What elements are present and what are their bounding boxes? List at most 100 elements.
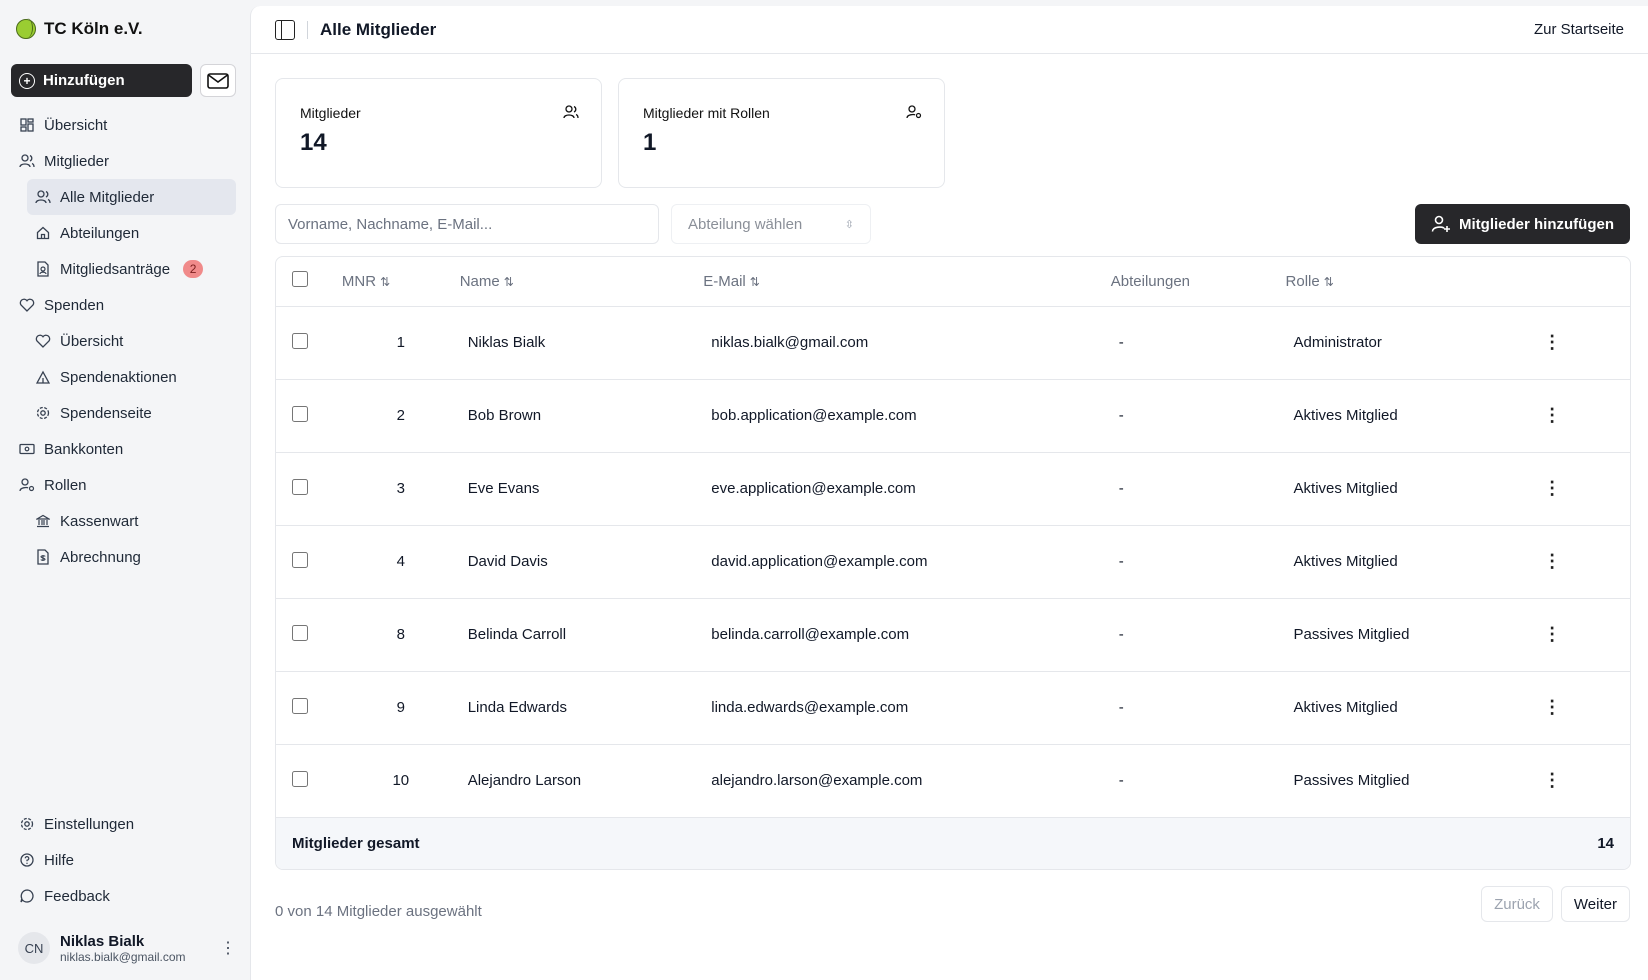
cell-name: Eve Evans [467,480,540,497]
sidebar-toggle-icon[interactable] [275,19,295,40]
row-checkbox[interactable] [292,332,308,349]
sidebar-item-mitgliedsantraege[interactable]: Mitgliedsanträge 2 [27,251,236,287]
sidebar-item-mitglieder[interactable]: Mitglieder [11,143,236,179]
sidebar-item-hilfe[interactable]: Hilfe [11,842,236,878]
search-input[interactable] [275,204,659,244]
heart-icon [35,333,51,349]
next-page-button[interactable]: Weiter [1560,886,1630,922]
table-row[interactable]: 4 David Davis david.application@example.… [276,525,1630,598]
sort-icon[interactable]: ⇅ [750,275,760,289]
help-circle-icon [19,852,35,868]
row-actions-icon[interactable]: ⋮ [1543,770,1561,790]
row-actions-icon[interactable]: ⋮ [1543,405,1561,425]
page-title: Alle Mitglieder [320,19,437,39]
sidebar-item-kassenwart[interactable]: Kassenwart [27,503,236,539]
table-row[interactable]: 10 Alejandro Larson alejandro.larson@exa… [276,744,1630,817]
row-actions-icon[interactable]: ⋮ [1543,551,1561,571]
table-row[interactable]: 3 Eve Evans eve.application@example.com … [276,452,1630,525]
cell-role: Passives Mitglied [1293,772,1410,789]
brand[interactable]: TC Köln e.V. [11,0,236,58]
sidebar-item-spendenaktionen[interactable]: Spendenaktionen [27,359,236,395]
stats-cards: Mitglieder 14 Mitglieder mit Rollen 1 [275,78,945,188]
home-link[interactable]: Zur Startseite [1534,21,1624,38]
add-members-button[interactable]: Mitglieder hinzufügen [1415,204,1630,244]
members-table: MNR ⇅ Name ⇅ E-Mail ⇅ Abteilungen Rolle ⇅ 1 … [275,256,1631,870]
tent-icon [35,369,51,385]
column-header-mnr[interactable]: MNR [342,273,376,290]
column-header-name[interactable]: Name [460,273,500,290]
sidebar-item-rollen[interactable]: Rollen [11,467,236,503]
sidebar-item-feedback[interactable]: Feedback [11,878,236,914]
banknote-icon [19,441,35,457]
cell-departments: - [1118,407,1124,424]
cell-email: david.application@example.com [711,553,928,570]
sidebar-item-label: Kassenwart [60,512,139,530]
row-actions-icon[interactable]: ⋮ [1543,332,1561,352]
row-checkbox[interactable] [292,624,308,641]
row-checkbox[interactable] [292,697,308,714]
sidebar-item-label: Spenden [44,296,105,314]
column-header-role[interactable]: Rolle [1286,273,1320,290]
sidebar-item-spendenseite[interactable]: Spendenseite [27,395,236,431]
user-profile[interactable]: CN Niklas Bialk niklas.bialk@gmail.com ⋮ [18,932,236,964]
cell-mnr: 2 [396,407,405,424]
stat-card-members-with-roles: Mitglieder mit Rollen 1 [618,78,945,188]
add-button[interactable]: + Hinzufügen [11,64,192,97]
row-checkbox[interactable] [292,551,308,568]
user-cog-icon [19,477,35,493]
cell-name: Niklas Bialk [467,334,546,351]
heart-icon [19,297,35,313]
sidebar-item-label: Bankkonten [44,440,124,458]
row-actions-icon[interactable]: ⋮ [1543,697,1561,717]
table-row[interactable]: 9 Linda Edwards linda.edwards@example.co… [276,671,1630,744]
select-all-checkbox[interactable] [292,271,308,288]
sidebar-item-einstellungen[interactable]: Einstellungen [11,806,236,842]
stat-value: 14 [300,129,327,156]
sort-icon[interactable]: ⇅ [504,275,514,289]
cell-mnr: 3 [396,480,405,497]
message-circle-icon [19,888,35,904]
sidebar-item-spenden[interactable]: Spenden [11,287,236,323]
stat-label: Mitglieder mit Rollen [643,105,770,121]
sidebar-item-abrechnung[interactable]: Abrechnung [27,539,236,575]
cell-departments: - [1118,772,1124,789]
sidebar-item-spenden-uebersicht[interactable]: Übersicht [27,323,236,359]
row-checkbox[interactable] [292,770,308,787]
cell-email: eve.application@example.com [711,480,916,497]
prev-page-button[interactable]: Zurück [1481,886,1553,922]
row-checkbox[interactable] [292,405,308,422]
sidebar-item-label: Mitgliedsanträge [60,260,171,278]
table-row[interactable]: 2 Bob Brown bob.application@example.com … [276,379,1630,452]
row-checkbox[interactable] [292,478,308,495]
cell-email: linda.edwards@example.com [711,699,909,716]
sidebar-item-label: Alle Mitglieder [60,188,155,206]
user-email: niklas.bialk@gmail.com [60,949,186,964]
sidebar-item-abteilungen[interactable]: Abteilungen [27,215,236,251]
table-row[interactable]: 8 Belinda Carroll belinda.carroll@exampl… [276,598,1630,671]
sidebar-item-alle-mitglieder[interactable]: Alle Mitglieder [27,179,236,215]
department-select-placeholder: Abteilung wählen [688,215,803,233]
more-vertical-icon[interactable]: ⋮ [220,938,236,958]
department-select[interactable]: Abteilung wählen ⇳ [671,204,871,244]
cell-role: Administrator [1293,334,1382,351]
gear-icon [19,816,35,832]
table-row[interactable]: 1 Niklas Bialk niklas.bialk@gmail.com - … [276,306,1630,379]
sidebar-item-bankkonten[interactable]: Bankkonten [11,431,236,467]
tennis-ball-logo-icon [16,18,36,39]
cell-name: Alejandro Larson [467,772,582,789]
add-button-label: Hinzufügen [43,72,125,89]
topbar: Alle Mitglieder Zur Startseite [251,6,1648,54]
cell-email: bob.application@example.com [711,407,917,424]
user-cog-icon [906,105,922,123]
sort-icon[interactable]: ⇅ [1324,275,1334,289]
cell-mnr: 4 [396,553,405,570]
mail-button[interactable] [200,64,236,97]
cell-role: Aktives Mitglied [1293,699,1398,716]
sort-icon[interactable]: ⇅ [380,275,390,289]
row-actions-icon[interactable]: ⋮ [1543,478,1561,498]
sidebar-item-uebersicht[interactable]: Übersicht [11,107,236,143]
cell-email: niklas.bialk@gmail.com [711,334,869,351]
column-header-email[interactable]: E-Mail [703,273,746,290]
row-actions-icon[interactable]: ⋮ [1543,624,1561,644]
pagination: Zurück Weiter [1481,886,1630,922]
